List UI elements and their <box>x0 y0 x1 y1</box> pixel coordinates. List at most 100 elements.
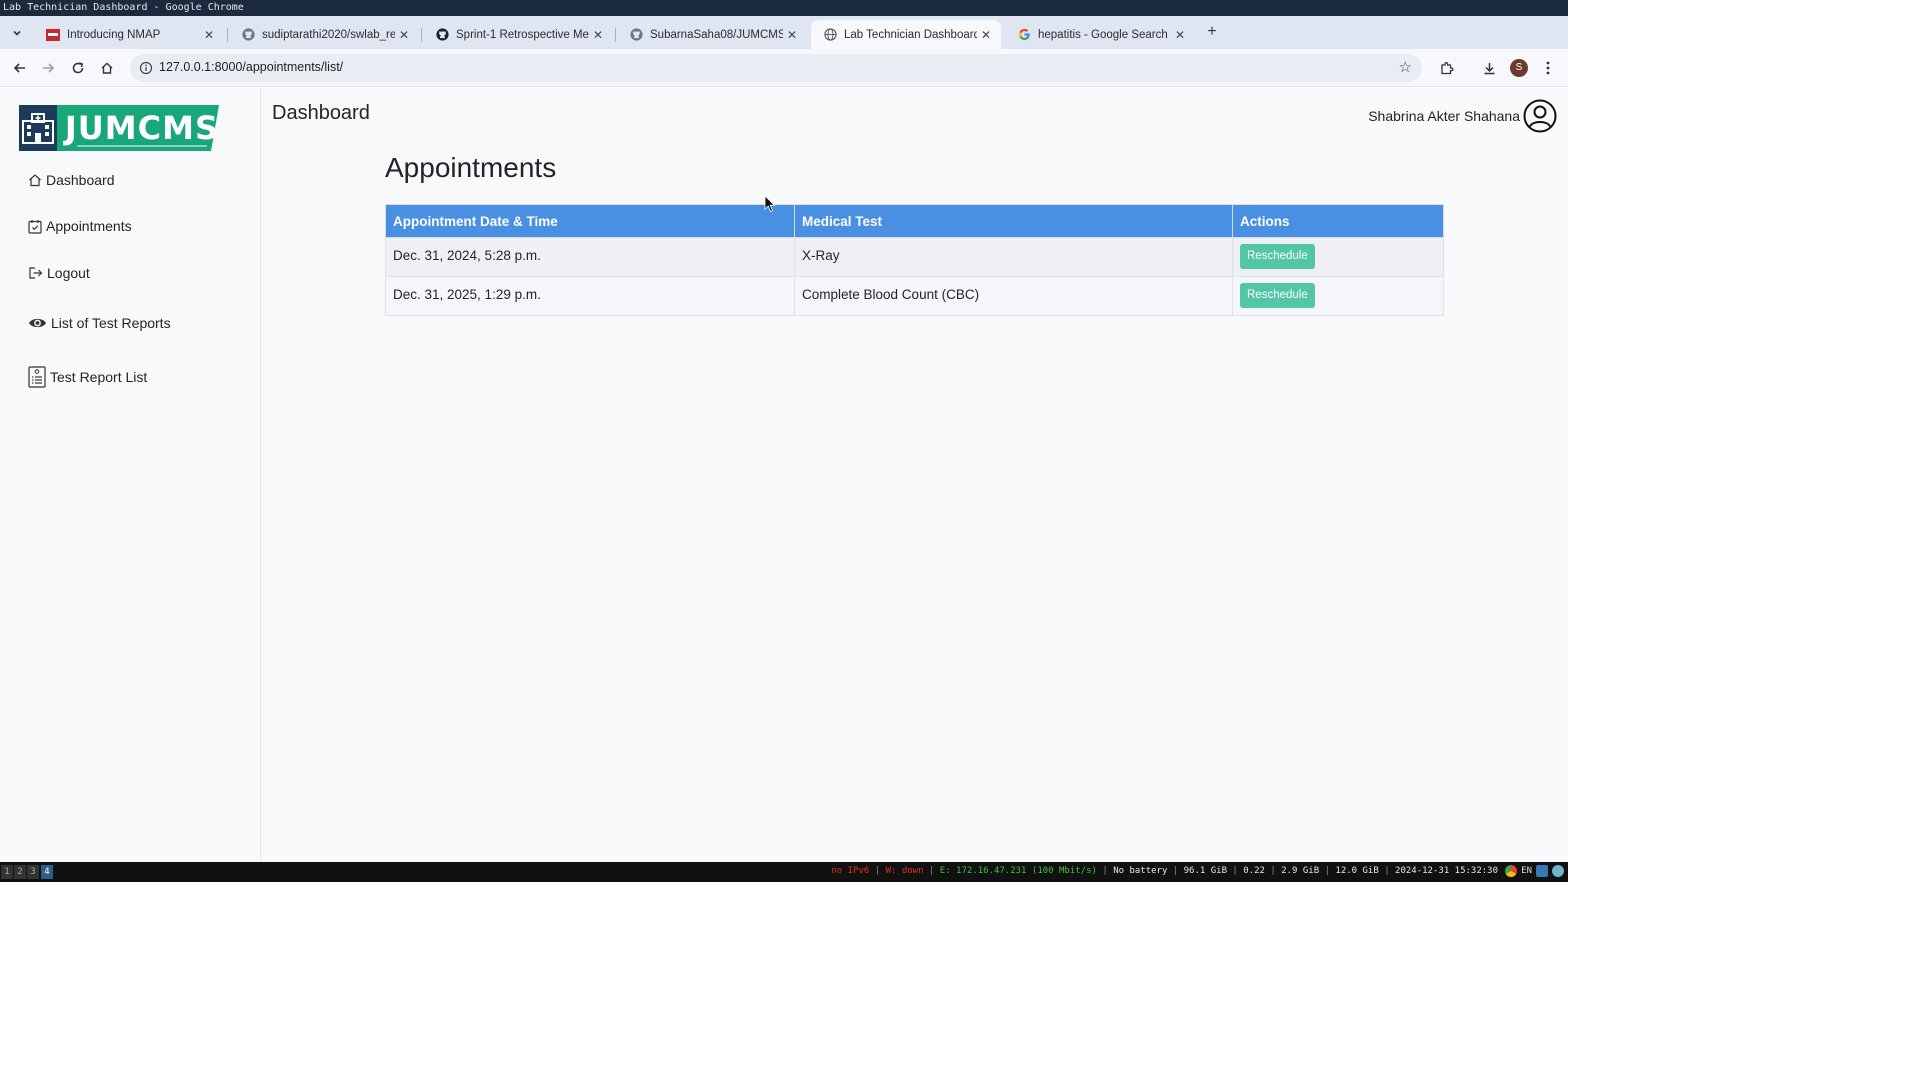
back-arrow-icon[interactable] <box>10 58 30 78</box>
system-tray: EN <box>1505 865 1564 877</box>
nmap-icon <box>46 28 60 42</box>
mouse-cursor-icon <box>764 195 776 213</box>
sidebar-item-label: Appointments <box>46 218 132 234</box>
eye-icon <box>28 316 47 330</box>
hospital-building-icon <box>19 105 57 151</box>
page-title: Dashboard <box>272 102 370 124</box>
sidebar-item-label: Dashboard <box>46 172 115 188</box>
tab-introducing-nmap[interactable]: Introducing NMAP ✕ <box>34 20 224 49</box>
memory-used: 2.9 GiB <box>1281 866 1320 876</box>
url-text[interactable]: 127.0.0.1:8000/appointments/list/ <box>159 60 343 74</box>
extensions-puzzle-icon[interactable] <box>1436 58 1456 78</box>
google-icon <box>1017 28 1031 42</box>
close-icon[interactable]: ✕ <box>200 28 218 42</box>
load-status: 0.22 <box>1243 866 1265 876</box>
sidebar-item-dashboard[interactable]: Dashboard <box>28 172 115 188</box>
workspace-4[interactable]: 4 <box>41 865 53 879</box>
network-tray-icon[interactable] <box>1536 865 1548 877</box>
update-tray-icon[interactable] <box>1552 865 1564 877</box>
tab-lab-technician-dashboard[interactable]: Lab Technician Dashboard ✕ <box>811 20 1001 49</box>
window-title: Lab Technician Dashboard - Google Chrome <box>0 0 1568 16</box>
reschedule-button[interactable]: Reschedule <box>1240 283 1315 308</box>
close-icon[interactable]: ✕ <box>589 28 607 42</box>
actions-cell: Reschedule <box>1232 276 1444 316</box>
user-name[interactable]: Shabrina Akter Shahana <box>1368 108 1520 124</box>
chrome-tray-icon[interactable] <box>1505 865 1518 877</box>
calendar-check-icon <box>28 219 42 234</box>
sidebar-item-logout[interactable]: Logout <box>28 265 90 281</box>
user-avatar-icon[interactable] <box>1523 99 1557 133</box>
workspace-2[interactable]: 2 <box>14 865 26 879</box>
github-icon <box>435 28 449 42</box>
system-status-bar: 1 2 3 4 no IPv6 | W: down | E: 172.16.47… <box>0 862 1568 882</box>
close-icon[interactable]: ✕ <box>395 28 413 42</box>
logout-icon <box>28 266 43 280</box>
jumcms-logo[interactable]: JUMCMS <box>19 105 219 151</box>
disk-status: 96.1 GiB <box>1183 866 1227 876</box>
github-icon <box>629 28 643 42</box>
appointment-datetime: Dec. 31, 2025, 1:29 p.m. <box>385 276 795 316</box>
close-icon[interactable]: ✕ <box>977 28 995 42</box>
column-header-actions: Actions <box>1232 204 1444 238</box>
actions-cell: Reschedule <box>1232 237 1444 277</box>
close-icon[interactable]: ✕ <box>1171 28 1189 42</box>
column-header-medical-test: Medical Test <box>794 204 1233 238</box>
logo-subtitle-line <box>77 145 207 147</box>
tab-label: Sprint-1 Retrospective Meet <box>456 28 589 41</box>
keyboard-layout[interactable]: EN <box>1521 866 1532 876</box>
sidebar-item-label: List of Test Reports <box>51 315 171 331</box>
sidebar: JUMCMS Dashboard Appointments Logout Lis… <box>0 88 261 862</box>
reload-icon[interactable] <box>68 58 88 78</box>
tab-divider <box>421 28 422 42</box>
tab-label: SubarnaSaha08/JUMCMS-Ja <box>650 28 783 41</box>
workspace-1[interactable]: 1 <box>1 865 13 879</box>
report-list-icon <box>28 366 46 388</box>
globe-icon <box>823 28 837 42</box>
forward-arrow-icon[interactable] <box>38 58 58 78</box>
memory-total: 12.0 GiB <box>1335 866 1379 876</box>
home-icon[interactable] <box>97 58 117 78</box>
reschedule-button[interactable]: Reschedule <box>1240 244 1315 269</box>
table-header-row: Appointment Date & Time Medical Test Act… <box>385 204 1444 238</box>
tab-label: hepatitis - Google Search <box>1038 28 1168 41</box>
ethernet-status: E: 172.16.47.231 (100 Mbit/s) <box>939 866 1097 876</box>
table-row: Dec. 31, 2024, 5:28 p.m. X-Ray Reschedul… <box>385 237 1444 277</box>
tab-sprint-retrospective[interactable]: Sprint-1 Retrospective Meet ✕ <box>423 20 613 49</box>
sidebar-item-list-of-test-reports[interactable]: List of Test Reports <box>28 315 171 331</box>
tab-jumcms-repo[interactable]: SubarnaSaha08/JUMCMS-Ja ✕ <box>617 20 807 49</box>
tab-label: sudiptarathi2020/swlab_rep <box>262 28 395 41</box>
tab-divider <box>227 28 228 42</box>
medical-test: X-Ray <box>794 237 1233 277</box>
column-header-datetime: Appointment Date & Time <box>385 204 795 238</box>
tab-search-chevron-icon[interactable] <box>6 23 28 43</box>
github-icon <box>241 28 255 42</box>
address-bar[interactable]: 127.0.0.1:8000/appointments/list/ ☆ <box>130 54 1422 82</box>
table-row: Dec. 31, 2025, 1:29 p.m. Complete Blood … <box>385 276 1444 316</box>
tab-swlab-rep[interactable]: sudiptarathi2020/swlab_rep ✕ <box>229 20 419 49</box>
download-icon[interactable] <box>1479 58 1499 78</box>
bookmark-star-icon[interactable]: ☆ <box>1399 58 1412 76</box>
appointment-datetime: Dec. 31, 2024, 5:28 p.m. <box>385 237 795 277</box>
profile-avatar[interactable]: S <box>1510 59 1528 77</box>
tab-hepatitis-search[interactable]: hepatitis - Google Search ✕ <box>1005 20 1195 49</box>
new-tab-plus-icon[interactable]: + <box>1203 22 1221 42</box>
clock: 2024-12-31 15:32:30 <box>1395 866 1498 876</box>
medical-test: Complete Blood Count (CBC) <box>794 276 1233 316</box>
tab-label: Lab Technician Dashboard <box>844 28 977 41</box>
sidebar-item-appointments[interactable]: Appointments <box>28 218 132 234</box>
ipv6-status: no IPv6 <box>831 866 870 876</box>
sidebar-item-label: Test Report List <box>50 369 148 385</box>
site-info-icon[interactable] <box>139 61 153 75</box>
workspace-3[interactable]: 3 <box>27 865 39 879</box>
close-icon[interactable]: ✕ <box>783 28 801 42</box>
tab-divider <box>615 28 616 42</box>
tab-label: Introducing NMAP <box>67 28 161 41</box>
sidebar-item-test-report-list[interactable]: Test Report List <box>28 366 147 388</box>
appointments-heading: Appointments <box>385 152 557 183</box>
tab-strip: Introducing NMAP ✕ sudiptarathi2020/swla… <box>0 16 1568 49</box>
home-icon <box>28 173 42 187</box>
kebab-menu-icon[interactable] <box>1538 58 1558 78</box>
status-info: no IPv6 | W: down | E: 172.16.47.231 (10… <box>831 866 1498 876</box>
wifi-status: W: down <box>885 866 924 876</box>
sidebar-item-label: Logout <box>47 265 90 281</box>
